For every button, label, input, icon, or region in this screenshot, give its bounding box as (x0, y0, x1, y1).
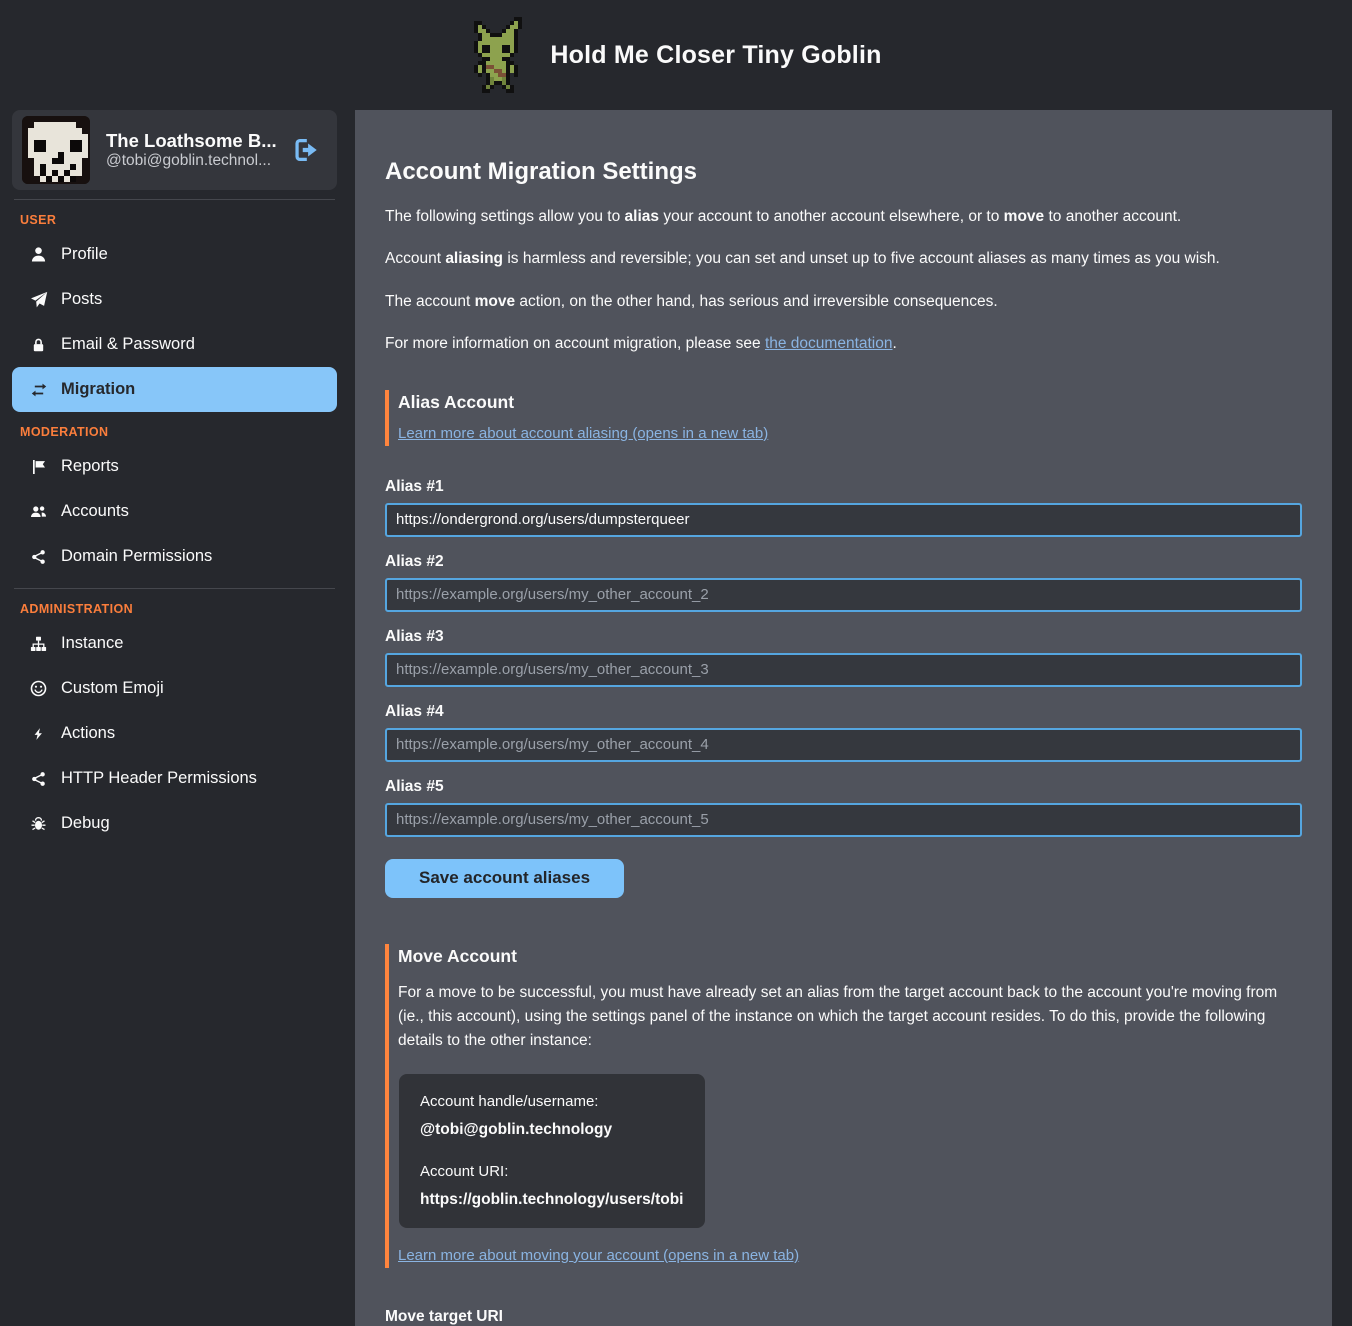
divider (14, 588, 335, 589)
sidebar-item-debug[interactable]: Debug (12, 801, 337, 846)
alias-1-label: Alias #1 (385, 478, 1302, 496)
sidebar-item-profile[interactable]: Profile (12, 232, 337, 277)
sidebar-item-instance[interactable]: Instance (12, 621, 337, 666)
alias-2-label: Alias #2 (385, 553, 1302, 571)
move-account-docs: Move Account For a move to be successful… (385, 944, 1302, 1268)
sidebar-item-label: Custom Emoji (61, 679, 164, 698)
page-title: Account Migration Settings (385, 158, 1302, 186)
alias-account-docs: Alias Account Learn more about account a… (385, 390, 1302, 446)
sidebar-item-email-password[interactable]: Email & Password (12, 322, 337, 367)
share-nodes-icon (29, 771, 48, 787)
user-card[interactable]: The Loathsome B... @tobi@goblin.technol.… (12, 110, 337, 190)
nav-section-moderation: MODERATION (20, 425, 337, 439)
bolt-icon (29, 726, 48, 742)
sidebar-item-custom-emoji[interactable]: Custom Emoji (12, 666, 337, 711)
sidebar: The Loathsome B... @tobi@goblin.technol.… (12, 110, 337, 846)
app-header: Hold Me Closer Tiny Goblin (0, 0, 1352, 110)
intro-paragraph: The account move action, on the other ha… (385, 291, 1302, 313)
sidebar-item-label: Domain Permissions (61, 547, 212, 566)
sidebar-item-label: HTTP Header Permissions (61, 769, 257, 788)
move-account-description: For a move to be successful, you must ha… (398, 981, 1302, 1053)
sidebar-item-label: Reports (61, 457, 119, 476)
sidebar-item-reports[interactable]: Reports (12, 444, 337, 489)
sidebar-item-accounts[interactable]: Accounts (12, 489, 337, 534)
nav-section-administration: ADMINISTRATION (20, 602, 337, 616)
sidebar-item-label: Posts (61, 290, 102, 309)
users-icon (29, 504, 48, 520)
sidebar-item-label: Migration (61, 380, 135, 399)
instance-title: Hold Me Closer Tiny Goblin (550, 41, 881, 70)
alias-account-heading: Alias Account (398, 392, 1302, 413)
user-icon (29, 246, 48, 263)
alias-field: Alias #2 (385, 553, 1302, 612)
skull-avatar (22, 116, 90, 184)
alias-3-input[interactable] (385, 653, 1302, 687)
sidebar-item-label: Accounts (61, 502, 129, 521)
smiley-icon (29, 680, 48, 697)
display-name: The Loathsome B... (106, 130, 277, 151)
lock-icon (29, 337, 48, 353)
sidebar-item-migration[interactable]: Migration (12, 367, 337, 412)
move-docs-link[interactable]: Learn more about moving your account (op… (398, 1247, 799, 1264)
sidebar-item-posts[interactable]: Posts (12, 277, 337, 322)
move-target-uri-label: Move target URI (385, 1308, 1302, 1326)
account-uri-label: Account URI: (420, 1163, 684, 1180)
alias-field: Alias #1 (385, 478, 1302, 537)
bold-text: move (475, 293, 516, 310)
user-handle: @tobi@goblin.technol... (106, 152, 271, 169)
sidebar-item-http-header-permissions[interactable]: HTTP Header Permissions (12, 756, 337, 801)
account-uri-value: https://goblin.technology/users/tobi (420, 1191, 684, 1209)
account-handle-label: Account handle/username: (420, 1093, 684, 1110)
intro-paragraph: Account aliasing is harmless and reversi… (385, 248, 1302, 270)
account-handle-value: @tobi@goblin.technology (420, 1121, 684, 1139)
sidebar-item-label: Instance (61, 634, 123, 653)
sidebar-item-actions[interactable]: Actions (12, 711, 337, 756)
alias-5-label: Alias #5 (385, 778, 1302, 796)
bold-text: aliasing (445, 250, 503, 267)
settings-content-panel[interactable]: Account Migration Settings The following… (355, 110, 1332, 1326)
goblin-logo-icon (470, 17, 526, 93)
bold-text: alias (625, 208, 659, 225)
sidebar-item-label: Actions (61, 724, 115, 743)
divider (14, 199, 335, 200)
bold-text: move (1004, 208, 1045, 225)
alias-3-label: Alias #3 (385, 628, 1302, 646)
alias-docs-link[interactable]: Learn more about account aliasing (opens… (398, 425, 768, 442)
bug-icon (29, 816, 48, 832)
user-names: The Loathsome B... @tobi@goblin.technol.… (106, 130, 277, 170)
alias-field: Alias #4 (385, 703, 1302, 762)
share-nodes-icon (29, 549, 48, 565)
alias-4-label: Alias #4 (385, 703, 1302, 721)
paper-plane-icon (29, 291, 48, 309)
sitemap-icon (29, 636, 48, 652)
sidebar-item-domain-permissions[interactable]: Domain Permissions (12, 534, 337, 579)
move-account-section: Move Account For a move to be successful… (385, 944, 1302, 1326)
nav-section-user: USER (20, 213, 337, 227)
alias-field: Alias #3 (385, 628, 1302, 687)
sign-out-icon[interactable] (293, 137, 319, 163)
intro-paragraph: For more information on account migratio… (385, 333, 1302, 355)
alias-field: Alias #5 (385, 778, 1302, 837)
alias-account-section: Alias Account Learn more about account a… (385, 390, 1302, 898)
sidebar-item-label: Debug (61, 814, 110, 833)
move-account-heading: Move Account (398, 946, 1302, 967)
alias-5-input[interactable] (385, 803, 1302, 837)
alias-1-input[interactable] (385, 503, 1302, 537)
intro-paragraph: The following settings allow you to alia… (385, 206, 1302, 228)
spacer (420, 1139, 684, 1163)
alias-4-input[interactable] (385, 728, 1302, 762)
exchange-arrows-icon (29, 382, 48, 398)
sidebar-item-label: Profile (61, 245, 108, 264)
flag-icon (29, 459, 48, 475)
sidebar-item-label: Email & Password (61, 335, 195, 354)
save-account-aliases-button[interactable]: Save account aliases (385, 859, 624, 898)
alias-2-input[interactable] (385, 578, 1302, 612)
move-account-details: Account handle/username: @tobi@goblin.te… (399, 1074, 705, 1228)
documentation-link[interactable]: the documentation (765, 335, 893, 352)
